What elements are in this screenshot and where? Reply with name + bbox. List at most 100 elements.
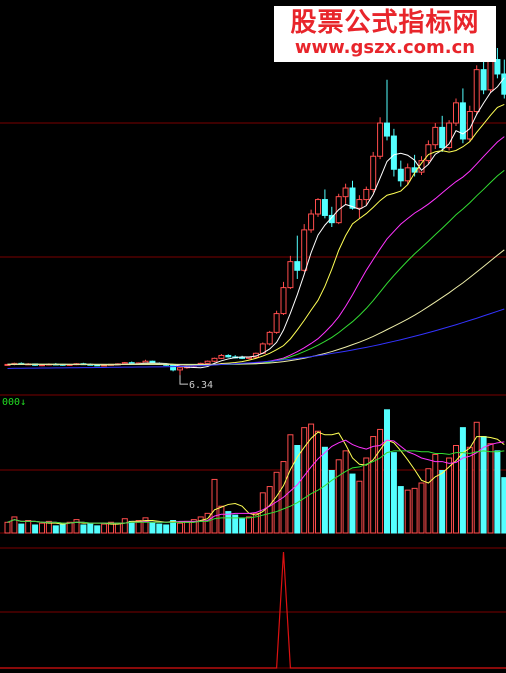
up-candle: [315, 199, 321, 215]
volume-bar-down: [239, 518, 246, 534]
stock-chart-screen: 6.34 000↓ 股票公式指标网 www.gszx.com.cn: [0, 0, 506, 673]
up-candle: [287, 261, 294, 289]
volume-bar-up: [287, 434, 294, 534]
up-candle: [363, 188, 370, 201]
volume-bar-up: [114, 522, 121, 534]
volume-bar-down: [59, 523, 66, 534]
up-candle: [308, 213, 315, 231]
volume-bar-down: [397, 486, 404, 534]
volume-bar-up: [446, 457, 453, 534]
volume-bar-up: [211, 478, 218, 534]
price-ma30-line: [7, 170, 505, 366]
up-candle: [432, 126, 439, 146]
volume-bar-up: [487, 443, 494, 534]
volume-bar-down: [321, 446, 328, 534]
up-candle: [342, 187, 349, 198]
down-candle: [294, 261, 301, 271]
volume-bar-down: [52, 525, 59, 534]
up-candle: [121, 362, 128, 365]
down-candle: [480, 69, 487, 91]
volume-bar-up: [39, 522, 45, 534]
up-candle: [473, 69, 480, 113]
price-ma60-line: [7, 249, 505, 365]
volume-bar-down: [225, 511, 232, 534]
volume-bar-down: [156, 523, 163, 534]
down-candle: [384, 122, 390, 137]
stock-chart: 6.34: [0, 48, 506, 669]
volume-bar-up: [25, 520, 32, 534]
volume-bar-down: [163, 524, 170, 534]
volume-bar-down: [94, 525, 101, 534]
up-candle: [204, 360, 211, 364]
volume-bar-down: [18, 523, 25, 534]
volume-bar-up: [466, 446, 473, 534]
signal-line: [0, 551, 506, 669]
volume-bar-up: [363, 457, 370, 534]
price-ma10-line: [7, 103, 505, 367]
volume-bar-up: [4, 521, 11, 534]
up-candle: [425, 144, 432, 162]
volume-bar-up: [301, 427, 308, 534]
up-candle: [177, 367, 183, 371]
up-candle: [211, 357, 218, 362]
volume-bar-down: [390, 452, 397, 534]
volume-bar-up: [246, 516, 252, 534]
price-ma120-line: [7, 308, 505, 369]
down-candle: [439, 126, 446, 149]
volume-bar-down: [494, 450, 501, 534]
volume-bar-down: [459, 427, 466, 534]
volume-panel-label: 000↓: [2, 397, 26, 409]
volume-bar-up: [183, 520, 190, 534]
down-candle: [349, 187, 356, 209]
volume-bar-up: [432, 453, 439, 534]
up-candle: [218, 354, 225, 359]
volume-bar-down: [384, 409, 390, 534]
volume-bar-down: [32, 524, 39, 534]
volume-bar-up: [266, 486, 273, 534]
volume-bar-down: [294, 445, 301, 534]
volume-bar-up: [197, 516, 204, 534]
up-candle: [370, 155, 377, 190]
down-candle: [170, 364, 177, 371]
up-candle: [453, 102, 459, 124]
up-candle: [356, 199, 363, 209]
volume-bar-up: [425, 468, 432, 534]
down-candle: [225, 354, 232, 358]
up-candle: [280, 287, 287, 315]
volume-bar-down: [439, 470, 446, 534]
volume-bar-up: [101, 523, 108, 534]
volume-bar-down: [149, 521, 156, 534]
down-candle: [390, 135, 397, 170]
watermark-url: www.gszx.com.cn: [294, 37, 476, 58]
volume-bar-up: [121, 518, 128, 534]
volume-bar-up: [315, 430, 321, 534]
volume-bar-up: [342, 450, 349, 534]
volume-bar-up: [418, 482, 425, 534]
volume-bar-up: [73, 519, 80, 534]
up-candle: [404, 167, 411, 182]
volume-label-arrow: ↓: [20, 397, 27, 408]
up-candle: [487, 59, 494, 91]
volume-label-text: 000: [2, 397, 21, 408]
volume-bar-down: [80, 524, 87, 534]
volume-bar-down: [501, 477, 506, 534]
watermark-title: 股票公式指标网: [290, 8, 480, 38]
volume-bar-down: [349, 473, 356, 534]
low-annotation-label: 6.34: [189, 380, 213, 391]
price-ma20-line: [7, 136, 505, 366]
volume-bar-down: [128, 520, 135, 534]
volume-bar-up: [411, 487, 418, 534]
down-candle: [397, 168, 404, 182]
volume-bar-up: [177, 522, 183, 534]
down-candle: [321, 199, 328, 216]
low-annotation-pointer: [179, 375, 188, 385]
volume-bar-up: [356, 480, 363, 534]
up-candle: [301, 229, 308, 271]
volume-bar-down: [87, 522, 94, 534]
up-candle: [273, 313, 280, 333]
up-candle: [377, 122, 384, 157]
up-candle: [266, 331, 273, 345]
volume-bar-up: [370, 436, 377, 534]
volume-bar-up: [335, 459, 342, 534]
volume-bar-up: [404, 489, 411, 534]
